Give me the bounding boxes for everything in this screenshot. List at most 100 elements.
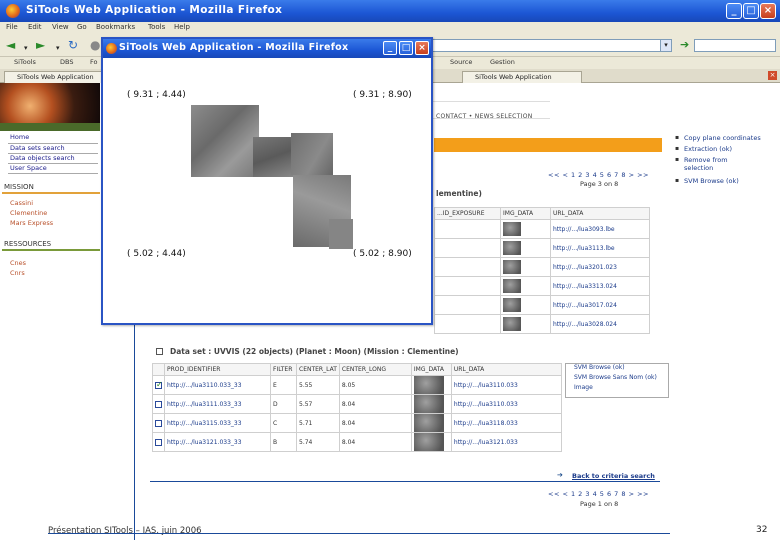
search-input[interactable] [694, 39, 776, 52]
product-id-link[interactable]: http://.../lua3111.033_33 [164, 394, 271, 414]
maximize-button[interactable]: □ [743, 3, 759, 19]
bullet-icon: ▪ [675, 134, 680, 141]
url-field[interactable] [430, 39, 672, 52]
url-link[interactable]: http://.../lua3017.024 [550, 295, 650, 315]
row-checkbox[interactable] [155, 400, 162, 408]
url-dropdown-icon[interactable]: ▾ [660, 39, 672, 52]
thumbnail-image[interactable] [503, 317, 521, 331]
row-checkbox[interactable] [155, 380, 163, 389]
url-link[interactable]: http://.../lua3201.023 [550, 257, 650, 277]
close-tab-icon[interactable]: × [768, 71, 777, 80]
menu-bookmarks[interactable]: Bookmarks [96, 23, 135, 31]
mission-clementine[interactable]: Clementine [10, 209, 47, 217]
thumbnail-image[interactable] [503, 241, 521, 255]
menu-item-svm-browse-sans-nom[interactable]: SVM Browse Sans Nom (ok) [566, 374, 668, 384]
thumbnail-image[interactable] [413, 376, 444, 394]
menu-tools[interactable]: Tools [148, 23, 165, 31]
menu-edit[interactable]: Edit [28, 23, 42, 31]
column-header: PROD_IDENTIFIER [164, 363, 271, 376]
thumbnail-image[interactable] [503, 260, 521, 274]
product-id-link[interactable]: http://.../lua3110.033_33 [164, 375, 271, 395]
menu-file[interactable]: File [6, 23, 18, 31]
menu-item-svm-browse[interactable]: SVM Browse (ok) [566, 364, 668, 374]
nav-divider [8, 173, 98, 174]
bookmark-gestion[interactable]: Gestion [490, 58, 515, 66]
close-button[interactable]: × [760, 3, 776, 19]
thumbnail-image[interactable] [413, 414, 444, 432]
column-header: CENTER_LONG [338, 363, 412, 376]
thumbnail-image[interactable] [503, 222, 521, 236]
url-link[interactable]: http://.../lua3118.033 [450, 413, 563, 433]
moon-tile-image [191, 105, 259, 177]
dataset2-checkbox[interactable] [156, 348, 163, 355]
nav-dataobjects-search[interactable]: Data objects search [10, 154, 75, 162]
url-link[interactable]: http://.../lua3093.lbe [550, 219, 650, 239]
nav-datasets-search[interactable]: Data sets search [10, 144, 65, 152]
svm-browse-link[interactable]: SVM Browse (ok) [684, 177, 739, 185]
column-header: CENTER_LAT [296, 363, 340, 376]
row-checkbox[interactable] [155, 438, 162, 446]
back-to-criteria-link[interactable]: Back to criteria search [572, 472, 655, 480]
go-icon[interactable]: ➔ [680, 38, 689, 51]
contact-news-links[interactable]: CONTACT • NEWS SELECTION [436, 113, 533, 120]
thumbnail-image[interactable] [503, 298, 521, 312]
bullet-icon: ▪ [675, 156, 680, 163]
mission-mars-express[interactable]: Mars Express [10, 219, 53, 227]
pagination-bottom[interactable]: << < 1 2 3 4 5 6 7 8 > >> [548, 490, 649, 498]
bookmark-dbs[interactable]: DBS [60, 58, 73, 66]
footer-rule [48, 533, 670, 534]
thumbnail-image[interactable] [413, 395, 444, 413]
table-row: http://.../lua3113.lbe [434, 238, 650, 258]
stop-icon[interactable]: ● [90, 39, 100, 51]
forward-dropdown-icon[interactable]: ▾ [56, 42, 60, 54]
resource-cnes[interactable]: Cnes [10, 259, 26, 267]
popup-minimize-button[interactable]: _ [383, 41, 397, 55]
firefox-icon [106, 43, 117, 54]
page-info-top: Page 3 on 8 [580, 180, 619, 188]
product-id-link[interactable]: http://.../lua3115.033_33 [164, 413, 271, 433]
forward-icon[interactable]: ► [36, 39, 45, 51]
product-id-link[interactable]: http://.../lua3121.033_33 [164, 432, 271, 452]
menu-help[interactable]: Help [174, 23, 190, 31]
copy-coordinates-link[interactable]: Copy plane coordinates [684, 134, 761, 142]
popup-close-button[interactable]: × [415, 41, 429, 55]
extraction-link[interactable]: Extraction (ok) [684, 145, 732, 153]
url-link[interactable]: http://.../lua3121.033 [450, 432, 563, 452]
url-link[interactable]: http://.../lua3028.024 [550, 314, 650, 334]
slide-number: 32 [756, 525, 768, 535]
url-link[interactable]: http://.../lua3110.033 [450, 375, 563, 395]
mission-cassini[interactable]: Cassini [10, 199, 33, 207]
column-header: IMG_DATA [410, 363, 452, 376]
column-header: FILTER [270, 363, 297, 376]
resource-cnrs[interactable]: Cnrs [10, 269, 25, 277]
menu-view[interactable]: View [52, 23, 69, 31]
reload-icon[interactable]: ↻ [68, 39, 78, 51]
url-link[interactable]: http://.../lua3313.024 [550, 276, 650, 296]
coord-top-left: ( 9.31 ; 4.44) [127, 90, 186, 100]
nav-home[interactable]: Home [10, 133, 29, 141]
menu-go[interactable]: Go [77, 23, 87, 31]
thumbnail-image[interactable] [413, 433, 444, 451]
filter-cell: C [270, 413, 297, 433]
thumbnail-image[interactable] [503, 279, 521, 293]
bookmark-source[interactable]: Source [450, 58, 472, 66]
tab-sitools-1[interactable]: SiTools Web Application [4, 71, 102, 83]
minimize-button[interactable]: _ [726, 3, 742, 19]
url-link[interactable]: http://.../lua3110.033 [450, 394, 563, 414]
tab-sitools-2[interactable]: SiTools Web Application [462, 71, 582, 83]
bookmark-fo[interactable]: Fo [90, 58, 97, 66]
pagination-top[interactable]: << < 1 2 3 4 5 6 7 8 > >> [548, 171, 649, 179]
popup-maximize-button[interactable]: □ [399, 41, 413, 55]
dataset2-table: PROD_IDENTIFIER FILTER CENTER_LAT CENTER… [152, 363, 563, 452]
menu-item-image[interactable]: Image [566, 384, 668, 394]
back-icon[interactable]: ◄ [6, 39, 15, 51]
footer-caption: Présentation SITools – IAS, juin 2006 [48, 526, 202, 536]
url-link[interactable]: http://.../lua3113.lbe [550, 238, 650, 258]
row-checkbox[interactable] [155, 419, 162, 427]
section-band [434, 138, 662, 152]
bookmark-sitools[interactable]: SiTools [14, 58, 36, 66]
bullet-icon: ▪ [675, 177, 680, 184]
back-dropdown-icon[interactable]: ▾ [24, 42, 28, 54]
nav-user-space[interactable]: User Space [10, 164, 47, 172]
remove-selection-link[interactable]: Remove from selection [684, 156, 744, 172]
